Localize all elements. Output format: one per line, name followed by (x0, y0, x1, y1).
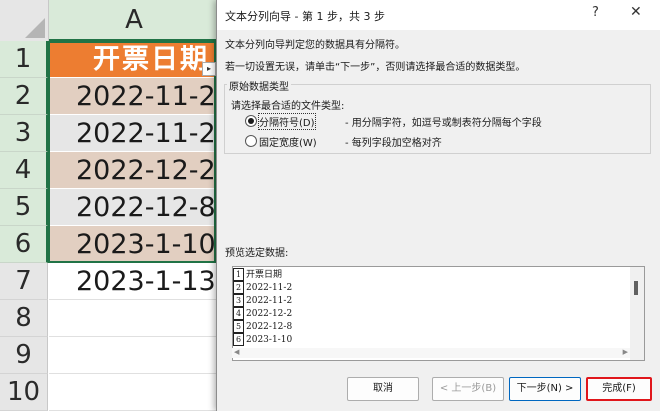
preview-label: 预览选定数据: (225, 248, 289, 259)
cell-a2[interactable]: 2022-11-2 (49, 78, 219, 115)
row-header-4[interactable]: 4 (0, 152, 48, 189)
scroll-right-icon[interactable]: ▶ (623, 348, 628, 356)
vertical-scroll-thumb[interactable] (634, 281, 638, 295)
preview-row: 2 2022-11-2 (233, 281, 292, 294)
preview-row: 1 开票日期 (233, 268, 282, 281)
back-button[interactable]: < 上一步(B) (432, 377, 504, 401)
dialog-titlebar: 文本分列向导 - 第 1 步，共 3 步 ? ✕ (217, 0, 660, 30)
row-header-7[interactable]: 7 (0, 263, 48, 300)
row-header-5[interactable]: 5 (0, 189, 48, 226)
row-header-6[interactable]: 6 (0, 226, 48, 263)
column-header-a[interactable]: A (49, 0, 219, 41)
cell-a3[interactable]: 2022-11-2 (49, 115, 219, 152)
cell-a8[interactable] (49, 300, 219, 337)
help-button[interactable]: ? (592, 5, 599, 20)
option-delimited-description: - 用分隔字符，如逗号或制表符分隔每个字段 (345, 118, 542, 129)
radio-fixed-width[interactable] (245, 135, 257, 147)
cell-a4[interactable]: 2022-12-2 (49, 152, 219, 189)
cell-a1[interactable]: 开票日期 (49, 41, 219, 78)
row-header-9[interactable]: 9 (0, 337, 48, 374)
radio-delimited[interactable] (245, 115, 257, 127)
option-fixed-width-description: - 每列字段加空格对齐 (345, 138, 442, 149)
option-fixed-width-label[interactable]: 固定宽度(W) (259, 134, 317, 149)
cell-a5[interactable]: 2022-12-8 (49, 189, 219, 226)
data-preview-pane[interactable]: 1 开票日期 2 2022-11-2 3 2022-11-2 4 2022-12-2 5… (232, 266, 632, 361)
preview-row: 4 2022-12-2 (233, 307, 292, 320)
next-button[interactable]: 下一步(N) > (509, 377, 581, 401)
row-header-3[interactable]: 3 (0, 115, 48, 152)
preview-horizontal-scrollbar[interactable]: ◀ ▶ (232, 348, 630, 358)
close-button[interactable]: ✕ (630, 4, 642, 20)
row-header-1[interactable]: 1 (0, 41, 48, 78)
dialog-description: 文本分列向导判定您的数据具有分隔符。 (225, 40, 405, 51)
option-delimited-label[interactable]: 分隔符号(D) (258, 113, 316, 130)
finish-button[interactable]: 完成(F) (586, 377, 652, 401)
row-header-10[interactable]: 10 (0, 374, 48, 411)
preview-vertical-scrollbar[interactable] (630, 266, 645, 361)
row-header-2[interactable]: 2 (0, 78, 48, 115)
text-to-columns-dialog: 文本分列向导 - 第 1 步，共 3 步 ? ✕ 文本分列向导判定您的数据具有分… (216, 0, 660, 411)
select-all-corner[interactable] (0, 0, 49, 42)
scroll-left-icon[interactable]: ◀ (234, 348, 239, 356)
cell-a6[interactable]: 2023-1-10 (49, 226, 219, 263)
cell-a10[interactable] (49, 374, 219, 411)
select-all-triangle-icon (25, 18, 45, 38)
preview-row: 6 2023-1-10 (233, 333, 292, 346)
preview-row: 3 2022-11-2 (233, 294, 292, 307)
cell-a9[interactable] (49, 337, 219, 374)
quick-analysis-icon[interactable]: ▸ (202, 62, 216, 76)
dialog-instruction: 若一切设置无误，请单击“下一步”，否则请选择最合适的数据类型。 (225, 62, 526, 73)
row-header-8[interactable]: 8 (0, 300, 48, 337)
file-type-prompt: 请选择最合适的文件类型: (231, 101, 345, 112)
cancel-button[interactable]: 取消 (347, 377, 419, 401)
cell-a7[interactable]: 2023-1-13 (49, 263, 219, 300)
dialog-title: 文本分列向导 - 第 1 步，共 3 步 (225, 10, 385, 23)
data-type-group-label: 原始数据类型 (227, 78, 291, 93)
preview-row: 5 2022-12-8 (233, 320, 292, 333)
